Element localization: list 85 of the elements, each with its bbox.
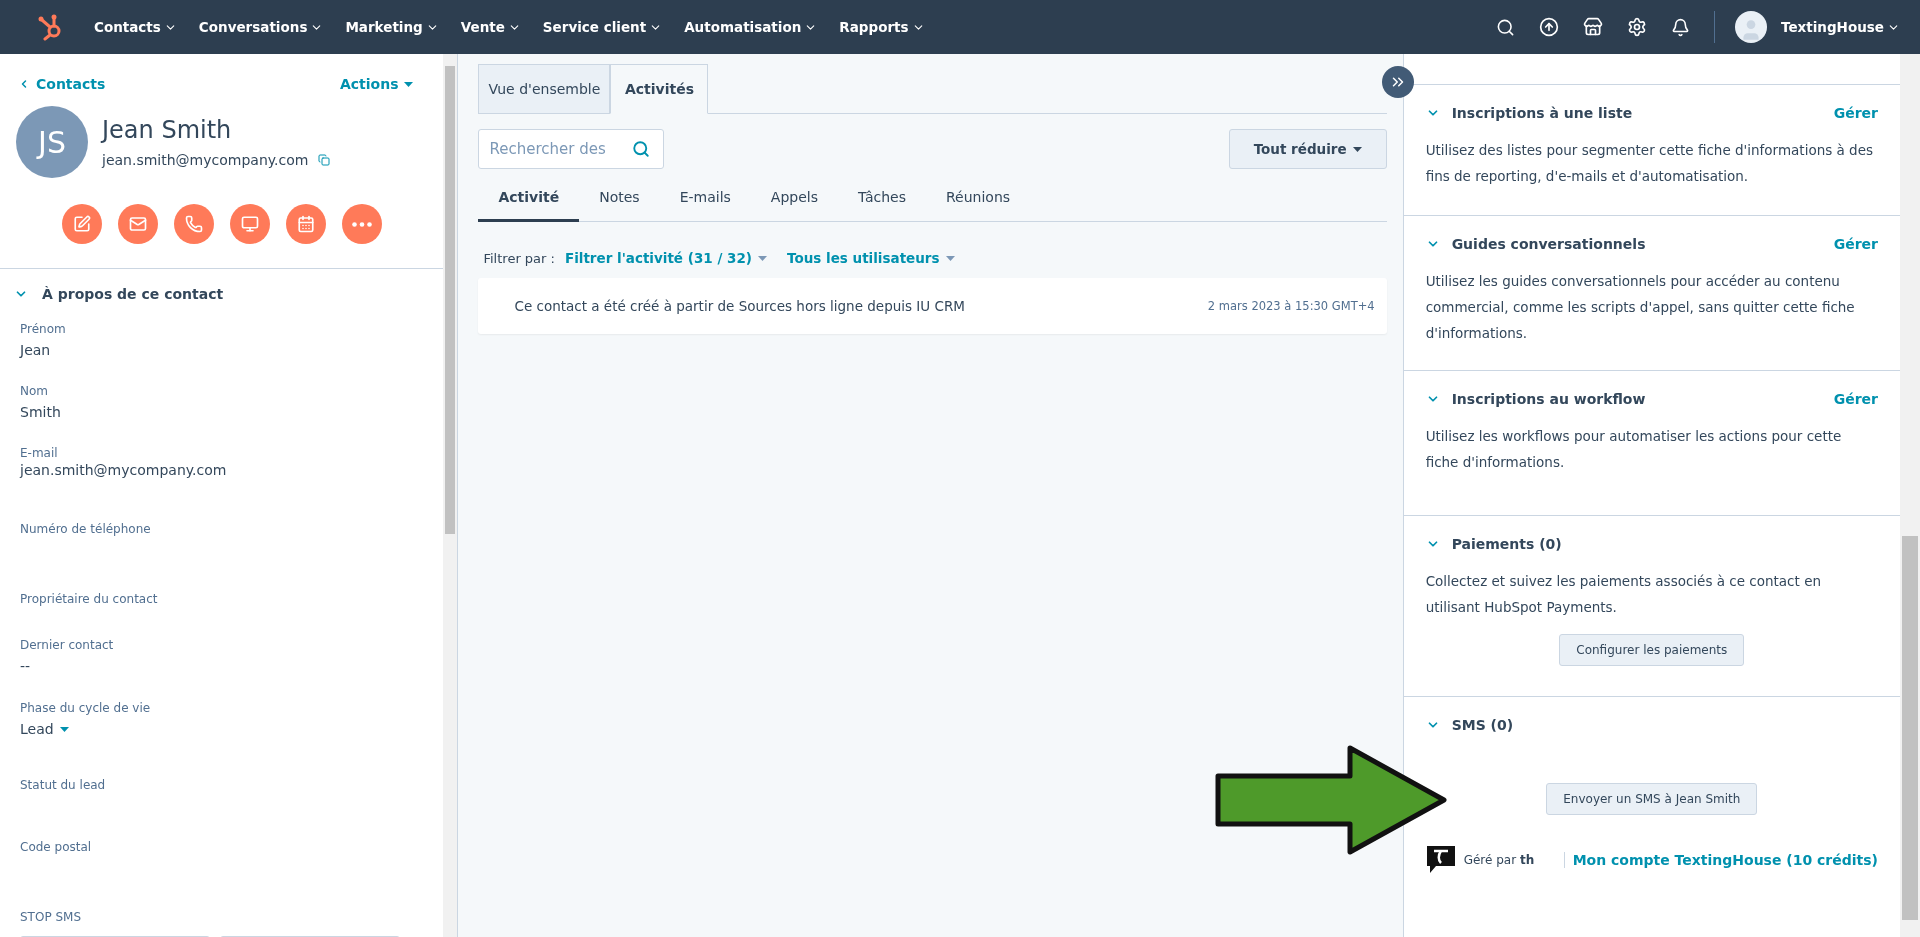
more-button[interactable] — [341, 204, 382, 244]
filter-label: Filtrer par : — [483, 250, 555, 266]
activity-tab[interactable]: E-mails — [659, 183, 751, 222]
search-icon[interactable] — [1496, 17, 1515, 37]
scrollbar[interactable] — [1900, 54, 1920, 937]
field-value: -- — [20, 658, 32, 674]
section-description: Utilisez les workflows pour automatiser les actions pour cette fiche d'informations. — [1425, 427, 1843, 472]
collapse-all-button[interactable]: Tout réduire — [1228, 129, 1387, 169]
pencil-icon — [72, 215, 91, 233]
contact-avatar: JS — [16, 106, 88, 178]
notifications-bell-icon[interactable] — [1671, 17, 1690, 37]
manage-link[interactable]: Gérer — [1833, 105, 1878, 121]
nav-menu[interactable]: Automatisation — [684, 19, 818, 35]
nav-menu[interactable]: Contacts — [94, 19, 177, 35]
field-label: STOP SMS — [20, 910, 83, 924]
field-label: Code postal — [20, 840, 93, 854]
section-description: Collectez et suivez les paiements associés à ce contact en utilisant HubSpot Payments. — [1425, 572, 1822, 617]
activity-time: 2 mars 2023 à 15:30 GMT+4 — [1207, 299, 1375, 313]
record-tab[interactable]: Vue d'ensemble — [478, 64, 611, 114]
configure-payments-button[interactable]: Configurer les paiements — [1559, 634, 1745, 666]
caret-icon — [404, 81, 414, 87]
send-sms-button[interactable]: Envoyer un SMS à Jean Smith — [1546, 783, 1758, 815]
activity-tab[interactable]: Réunions — [926, 183, 1031, 222]
account-menu[interactable]: TextingHouse — [1781, 19, 1900, 35]
field-label: Nom — [20, 384, 49, 398]
scrollbar[interactable] — [443, 54, 458, 937]
activity-tab[interactable]: Tâches — [838, 183, 926, 222]
section-title[interactable]: À propos de ce contact — [42, 286, 224, 302]
search-field[interactable]: Rechercher des — [478, 129, 665, 169]
activity-tab[interactable]: Appels — [750, 183, 838, 222]
note-button[interactable] — [61, 204, 102, 244]
managed-by-text: Géré par th — [1463, 853, 1536, 867]
section-title[interactable]: SMS (0) — [1451, 717, 1514, 733]
field-label: Propriétaire du contact — [20, 592, 159, 606]
section-title[interactable]: Inscriptions à une liste — [1451, 105, 1633, 121]
calendar-icon — [296, 215, 315, 233]
actions-menu[interactable]: Actions — [339, 76, 414, 92]
contact-name: Jean Smith — [102, 116, 233, 144]
meeting-button[interactable] — [285, 204, 326, 244]
field-value: Smith — [20, 404, 62, 420]
manage-link[interactable]: Gérer — [1833, 236, 1878, 252]
activity-card[interactable]: Ce contact a été créé à partir de Sources hors ligne depuis IU CRM 2 mars 2023 à 15:30 GMT+4 — [478, 278, 1387, 334]
field-value: Jean — [20, 342, 52, 358]
nav-menu[interactable]: Marketing — [345, 19, 439, 35]
task-button[interactable] — [229, 204, 270, 244]
user-avatar[interactable] — [1735, 11, 1767, 43]
activity-tab[interactable]: Notes — [579, 183, 660, 222]
field-label: Statut du lead — [20, 778, 107, 792]
marketplace-store-icon[interactable] — [1583, 17, 1603, 37]
caret-icon — [1352, 146, 1362, 152]
settings-icon[interactable] — [1627, 17, 1647, 37]
record-tab[interactable]: Activités — [610, 64, 709, 114]
nav-menu[interactable]: Conversations — [198, 19, 324, 35]
manage-link[interactable]: Gérer — [1833, 391, 1878, 407]
field-value[interactable]: Lead — [20, 721, 54, 737]
section-title[interactable]: Paiements (0) — [1451, 536, 1562, 552]
nav-menu[interactable]: Service client — [542, 19, 663, 35]
phone-icon — [184, 215, 203, 233]
call-button[interactable] — [173, 204, 214, 244]
nav-menu[interactable]: Vente — [460, 19, 521, 35]
copy-icon[interactable] — [318, 154, 331, 166]
field-label: Phase du cycle de vie — [20, 701, 152, 715]
contact-email: jean.smith@mycompany.com — [102, 152, 309, 168]
account-link[interactable]: Mon compte TextingHouse (10 crédits) — [1572, 852, 1878, 868]
activity-text: Ce contact a été créé à partir de Sources hors ligne depuis IU CRM — [514, 298, 965, 314]
section-description: Utilisez des listes pour segmenter cette fiche d'informations à des fins de reporting, d'e-mails et d'automatisation. — [1425, 141, 1874, 186]
caret-icon — [945, 255, 955, 261]
speech-bubble-logo-icon — [1425, 845, 1456, 875]
dots-icon — [351, 221, 372, 227]
section-title[interactable]: Guides conversationnels — [1451, 236, 1646, 252]
caret-icon — [758, 255, 767, 261]
field-label: Dernier contact — [20, 638, 115, 652]
field-value: jean.smith@mycompany.com — [20, 462, 228, 478]
field-label: Prénom — [20, 322, 67, 336]
caret-icon — [59, 726, 69, 732]
nav-menu[interactable]: Rapports — [839, 19, 925, 35]
email-button[interactable] — [117, 204, 158, 244]
activity-tab[interactable]: Activité — [478, 183, 580, 222]
section-description: Utilisez les guides conversationnels pour accéder au contenu commercial, comme les scripts d'appel, sans quitter cette fiche d'informations. — [1425, 272, 1856, 343]
field-label: E-mail — [20, 446, 59, 460]
monitor-icon — [240, 215, 259, 233]
back-link[interactable]: Contacts — [18, 76, 106, 92]
envelope-icon — [128, 215, 147, 233]
section-title[interactable]: Inscriptions au workflow — [1451, 391, 1646, 407]
field-label: Numéro de téléphone — [20, 522, 152, 536]
